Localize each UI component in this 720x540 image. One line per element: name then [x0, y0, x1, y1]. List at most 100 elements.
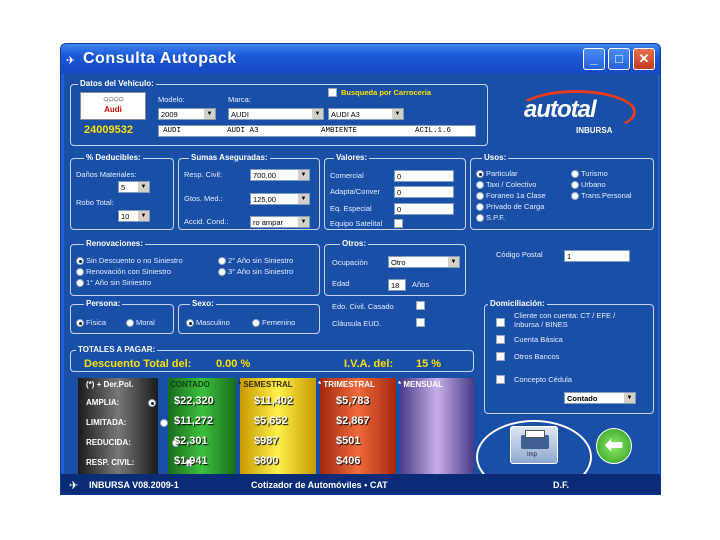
radio-icon	[186, 319, 194, 328]
adapt-label: Adapta/Conver	[330, 187, 381, 196]
reducida-semestral: $987	[254, 435, 279, 447]
busqueda-checkbox[interactable]	[328, 88, 337, 97]
dom-basica-checkbox[interactable]	[496, 335, 505, 344]
totales-header: TOTALES A PAGAR:	[76, 345, 158, 354]
clausula-checkbox[interactable]	[416, 318, 425, 327]
civil-label: Edo. Civil. Casado	[332, 302, 394, 311]
title-bar[interactable]: ✈ Consulta Autopack _ □ ✕	[61, 44, 660, 74]
back-button[interactable]: ⬅	[596, 428, 632, 464]
col-trimestral: * TRIMESTRAL	[318, 380, 375, 389]
back-arrow-icon: ⬅	[604, 432, 624, 457]
renov-3-ano[interactable]: 3° Año sin Siniestro	[218, 267, 293, 277]
uso-particular[interactable]: Particular	[476, 169, 518, 179]
maximize-button[interactable]: □	[608, 48, 630, 70]
amplia-semestral: $11,402	[254, 395, 294, 407]
chevron-down-icon: ▼	[392, 109, 403, 119]
uso-urbano[interactable]: Urbano	[571, 180, 606, 190]
deducibles-header: % Deducibles:	[84, 153, 143, 162]
limitada-trimestral: $2,867	[336, 415, 370, 427]
print-button[interactable]: Imp	[510, 426, 558, 464]
uso-carga[interactable]: Privado de Carga	[476, 202, 544, 212]
clausula-label: Cláusula EUD.	[332, 319, 382, 328]
radio-icon	[476, 170, 484, 179]
descuento-value: 0.00 %	[216, 358, 251, 370]
uso-trans-personal[interactable]: Trans.Personal	[571, 191, 632, 201]
uso-turismo[interactable]: Turismo	[571, 169, 608, 179]
ac-label: Accid. Cond.:	[184, 217, 229, 226]
radio-icon	[76, 279, 84, 288]
ocupacion-select[interactable]: Otro ▼	[388, 256, 460, 268]
vehicle-panel-header: Datos del Vehículo:	[78, 79, 156, 88]
rc-select[interactable]: 700,00 ▼	[250, 169, 310, 181]
dom-cuenta-label: Cliente con cuenta: CT / EFE / Inbursa /…	[514, 311, 616, 329]
renov-con-siniestro[interactable]: Renovación con Siniestro	[76, 267, 171, 277]
radio-icon	[571, 192, 579, 201]
form-body: Datos del Vehículo: ○○○○ Audi 24009532 M…	[64, 74, 658, 494]
status-region: D.F.	[553, 480, 570, 490]
renov-sin-descuento[interactable]: Sin Descuento o no Siniestro	[76, 256, 183, 266]
renov-1-ano[interactable]: 1° Año sin Siniestro	[76, 278, 151, 288]
dom-otros-checkbox[interactable]	[496, 352, 505, 361]
amplia-contado: $22,320	[174, 395, 214, 407]
modelo-select[interactable]: 2009 ▼	[158, 108, 216, 120]
persona-moral[interactable]: Moral	[126, 318, 155, 328]
print-label: Imp	[527, 452, 538, 458]
codigo-postal-field[interactable]: 1	[564, 250, 630, 262]
iva-label: I.V.A. del:	[344, 358, 394, 370]
satelital-checkbox[interactable]	[394, 219, 403, 228]
persona-header: Persona:	[84, 299, 123, 308]
sexo-header: Sexo:	[190, 299, 216, 308]
printer-paper	[525, 430, 545, 438]
status-logo-icon: ✈	[69, 480, 79, 492]
chevron-down-icon: ▼	[312, 109, 323, 119]
eq-label: Eq. Especial	[330, 204, 372, 213]
sexo-femenino[interactable]: Femenino	[252, 318, 295, 328]
eq-field[interactable]: 0	[394, 203, 454, 215]
gm-select[interactable]: 125,00 ▼	[250, 193, 310, 205]
iva-value: 15 %	[416, 358, 442, 370]
civil-checkbox[interactable]	[416, 301, 425, 310]
edad-unit: Años	[412, 280, 430, 289]
dom-cedula-checkbox[interactable]	[496, 375, 505, 384]
radio-icon	[218, 268, 226, 277]
row-label-amplia: AMPLIA:	[86, 398, 120, 407]
submodel-select[interactable]: AUDI A3 ▼	[328, 108, 404, 120]
codigo-postal-label: Código Postal	[496, 250, 543, 259]
radio-icon	[476, 181, 484, 190]
otros-header: Otros:	[340, 239, 368, 248]
forma-pago-select[interactable]: Contado ▼	[564, 392, 636, 404]
minimize-button[interactable]: _	[583, 48, 605, 70]
ac-select[interactable]: ro ampar ▼	[250, 216, 310, 228]
status-bar: ✈ INBURSA V08.2009-1 Cotizador de Automó…	[61, 474, 660, 494]
renov-2-ano[interactable]: 2° Año sin Siniestro	[218, 256, 293, 266]
dom-cuenta-checkbox[interactable]	[496, 318, 505, 327]
uso-taxi[interactable]: Taxi / Colectivo	[476, 180, 536, 190]
chevron-down-icon: ▼	[138, 211, 149, 221]
valores-header: Valores:	[334, 153, 370, 162]
resp-civil-semestral: $800	[254, 455, 279, 467]
row-label-reducida: REDUCIDA:	[86, 438, 131, 447]
adapt-field[interactable]: 0	[394, 186, 454, 198]
radio-icon	[476, 214, 484, 223]
uso-spf[interactable]: S.P.F.	[476, 213, 505, 223]
close-button[interactable]: ✕	[633, 48, 655, 70]
rc-label: Resp. Civil:	[184, 170, 222, 179]
sexo-masculino[interactable]: Masculino	[186, 318, 230, 328]
robo-select[interactable]: 10 ▼	[118, 210, 150, 222]
radio-icon	[218, 257, 226, 266]
uso-foraneo[interactable]: Foraneo 1a Clase	[476, 191, 546, 201]
chevron-down-icon: ▼	[298, 217, 309, 227]
comercial-label: Comercial	[330, 171, 364, 180]
persona-fisica[interactable]: Física	[76, 318, 106, 328]
edad-field[interactable]: 18	[388, 279, 406, 291]
vehicle-code: 24009532	[84, 124, 133, 136]
marca-select[interactable]: AUDI ▼	[228, 108, 324, 120]
row-radio-amplia[interactable]	[148, 398, 156, 407]
radio-icon	[76, 319, 84, 328]
col-semestral: * SEMESTRAL	[238, 380, 293, 389]
danos-select[interactable]: 5 ▼	[118, 181, 150, 193]
dom-basica-label: Cuenta Básica	[514, 335, 563, 344]
comercial-field[interactable]: 0	[394, 170, 454, 182]
chevron-down-icon: ▼	[298, 194, 309, 204]
chevron-down-icon: ▼	[624, 393, 635, 403]
